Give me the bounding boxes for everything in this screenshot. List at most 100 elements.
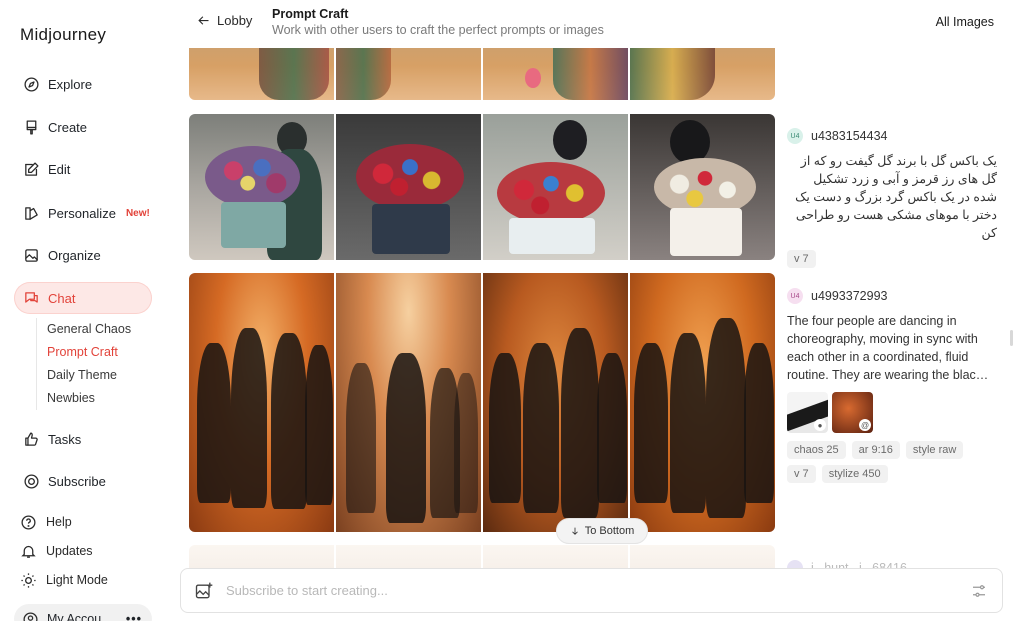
param-chip[interactable]: ar 9:16 [851,441,900,459]
thumbs-up-icon [22,430,40,448]
param-chip[interactable]: v 7 [787,465,816,483]
gift-box-shape [221,202,286,248]
dancer-shape [670,333,706,513]
channel-description: Work with other users to craft the perfe… [272,23,604,37]
username: u4383154434 [811,129,888,143]
channel-general-chaos[interactable]: General Chaos [37,318,146,341]
palette-icon [22,204,40,222]
param-chips: chaos 25 ar 9:16 style raw v 7 stylize 4… [787,441,997,483]
back-to-lobby-button[interactable]: Lobby [196,13,252,28]
image-grid[interactable] [189,273,775,532]
post-user[interactable]: U4 u4383154434 [787,128,997,144]
param-chip[interactable]: v 7 [787,250,816,268]
sidebar-item-personalize[interactable]: Personalize New! [14,197,152,229]
sidebar-light-mode[interactable]: Light Mode [20,568,108,592]
chat-feed: U4 u4383154434 یک باکس گل با برند گل گیف… [170,48,1024,621]
account-button[interactable]: My Accou ••• [14,604,152,621]
image-tile[interactable] [483,48,628,100]
chat-icon [22,289,40,307]
light-mode-label: Light Mode [46,573,108,587]
gift-box-shape [670,208,742,256]
prompt-input[interactable] [226,583,946,598]
image-grid[interactable] [189,114,775,260]
sidebar-item-label: Explore [48,76,93,92]
image-tile[interactable] [630,48,775,100]
add-image-icon[interactable] [194,581,214,601]
prompt-text: The four people are dancing in choreogra… [787,314,989,382]
hijab-shape [553,120,587,160]
sidebar-item-organize[interactable]: Organize [14,239,152,271]
image-tile[interactable] [336,114,481,260]
avatar: U4 [787,128,803,144]
image-icon [22,246,40,264]
avatar: U4 [787,288,803,304]
bouquet-shape [497,162,605,224]
help-label: Help [46,515,72,529]
compass-icon [22,75,40,93]
user-icon [23,611,38,621]
figure-shape [259,48,329,100]
channel-prompt-craft[interactable]: Prompt Craft [37,341,146,364]
image-grid[interactable] [189,48,775,100]
sidebar-item-tasks[interactable]: Tasks [14,423,152,455]
param-chip[interactable]: chaos 25 [787,441,846,459]
image-tile[interactable] [189,48,334,100]
dancer-shape [231,328,267,508]
sidebar: Midjourney Explore Create Edit Personali… [0,0,170,621]
scrollbar[interactable] [1010,330,1013,346]
post-user[interactable]: U4 u4993372993 [787,288,997,304]
figure-shape [336,48,391,100]
style-ref-icon: @ [859,419,871,431]
prompt-text: یک باکس گل با برند گل گیفت رو که از گل ه… [795,154,997,240]
sun-icon [21,572,36,588]
reference-image[interactable]: ● [787,392,828,433]
more-icon[interactable]: ••• [126,612,142,621]
reference-image[interactable]: @ [832,392,873,433]
bouquet-shape [205,146,300,208]
image-tile[interactable] [483,114,628,260]
prompt-composer [180,568,1003,613]
sidebar-item-label: Organize [48,247,101,263]
updates-label: Updates [46,544,93,558]
brand-logo[interactable]: Midjourney [20,25,106,45]
username: u4993372993 [811,289,888,303]
sidebar-item-label: Chat [48,290,76,306]
param-chip[interactable]: style raw [905,441,964,459]
figure-shape [630,48,715,100]
to-bottom-label: To Bottom [584,525,635,537]
sidebar-item-label: Edit [48,161,71,177]
to-bottom-button[interactable]: To Bottom [556,518,648,544]
param-chip[interactable]: stylize 450 [821,465,888,483]
all-images-link[interactable]: All Images [936,15,994,29]
chat-channel-list: General Chaos Prompt Craft Daily Theme N… [36,318,146,410]
sidebar-item-chat[interactable]: Chat [14,282,152,314]
image-tile[interactable] [630,114,775,260]
dancer-shape [305,345,333,505]
gift-box-shape [509,218,595,254]
dancer-shape [454,373,478,513]
image-tile[interactable] [189,273,334,532]
image-tile[interactable] [336,273,481,532]
sidebar-updates[interactable]: Updates [20,539,93,563]
figure-shape [553,48,628,100]
edit-icon [22,160,40,178]
channel-newbies[interactable]: Newbies [37,387,146,410]
sidebar-help[interactable]: Help [20,510,72,534]
dancer-shape [197,343,231,503]
sidebar-item-edit[interactable]: Edit [14,153,152,185]
image-tile[interactable] [630,273,775,532]
channel-header: Lobby Prompt Craft Work with other users… [170,0,1024,48]
sidebar-item-subscribe[interactable]: Subscribe [14,465,152,497]
channel-daily-theme[interactable]: Daily Theme [37,364,146,387]
image-tile[interactable] [336,48,481,100]
sidebar-item-label: Subscribe [48,473,106,489]
brush-icon [22,118,40,136]
dancer-shape [271,333,307,509]
pink-object [525,68,541,88]
sidebar-item-explore[interactable]: Explore [14,68,152,100]
settings-sliders-icon[interactable] [970,582,988,600]
sidebar-item-create[interactable]: Create [14,111,152,143]
subscribe-icon [22,472,40,490]
image-tile[interactable] [189,114,334,260]
image-tile[interactable] [483,273,628,532]
